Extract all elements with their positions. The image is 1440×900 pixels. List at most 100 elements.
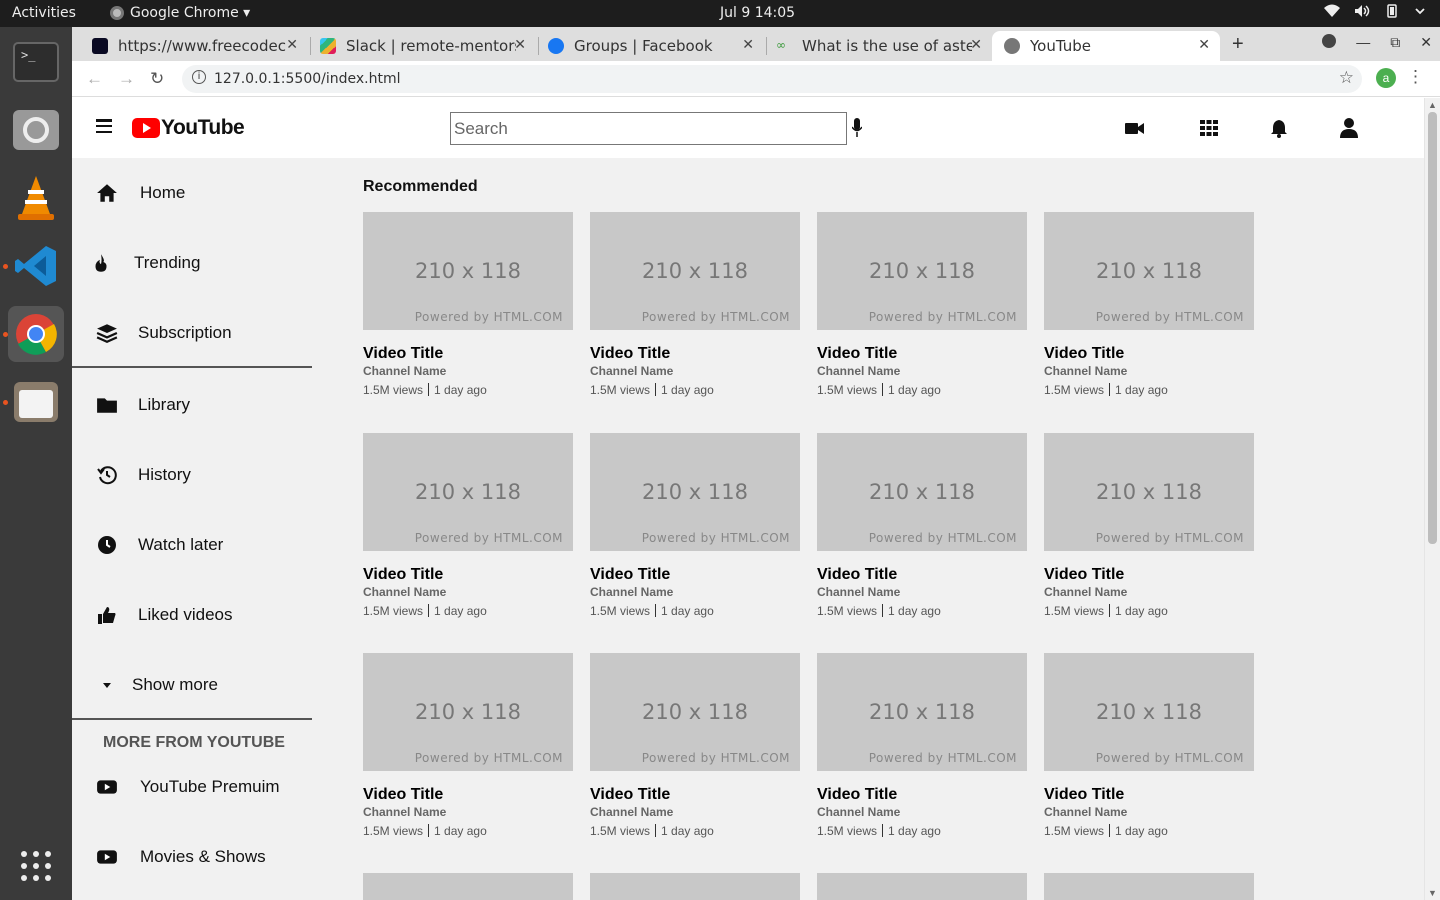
video-title[interactable]: Video Title bbox=[363, 566, 573, 584]
video-title[interactable]: Video Title bbox=[363, 786, 573, 804]
scrollbar[interactable]: ▲ ▼ bbox=[1424, 98, 1440, 900]
video-thumbnail[interactable] bbox=[363, 873, 573, 900]
video-card[interactable]: 210 x 118 Powered by HTML.COM Video Title C… bbox=[817, 212, 1027, 397]
video-card[interactable]: 210 x 118 Powered by HTML.COM Video Title C… bbox=[1044, 212, 1254, 397]
video-title[interactable]: Video Title bbox=[817, 345, 1027, 363]
reload-icon[interactable]: ↻ bbox=[150, 69, 164, 89]
video-title[interactable]: Video Title bbox=[1044, 345, 1254, 363]
minimize-icon[interactable]: — bbox=[1356, 34, 1370, 51]
info-icon[interactable]: i bbox=[192, 70, 206, 84]
youtube-logo[interactable]: YouTube bbox=[132, 116, 245, 140]
video-thumbnail[interactable]: 210 x 118 Powered by HTML.COM bbox=[817, 653, 1027, 771]
video-title[interactable]: Video Title bbox=[590, 345, 800, 363]
microphone-icon[interactable] bbox=[852, 118, 862, 138]
show-applications-icon[interactable] bbox=[20, 850, 52, 882]
video-thumbnail[interactable] bbox=[817, 873, 1027, 900]
close-tab-icon[interactable]: ✕ bbox=[286, 37, 298, 53]
sidebar-item-home[interactable]: Home bbox=[72, 158, 312, 228]
files-icon[interactable] bbox=[8, 374, 64, 430]
video-thumbnail[interactable]: 210 x 118 Powered by HTML.COM bbox=[817, 433, 1027, 551]
sidebar-item-library[interactable]: Library bbox=[72, 370, 312, 440]
video-thumbnail[interactable]: 210 x 118 Powered by HTML.COM bbox=[1044, 212, 1254, 330]
video-title[interactable]: Video Title bbox=[1044, 566, 1254, 584]
sidebar-item-youtube-premium[interactable]: YouTube Premuim bbox=[72, 752, 312, 822]
video-thumbnail[interactable] bbox=[1044, 873, 1254, 900]
chrome-dock-icon[interactable] bbox=[8, 306, 64, 362]
video-card[interactable]: 210 x 118 Powered by HTML.COM Video Title C… bbox=[817, 433, 1027, 618]
video-thumbnail[interactable]: 210 x 118 Powered by HTML.COM bbox=[590, 433, 800, 551]
video-card[interactable]: 210 x 118 Powered by HTML.COM Video Title C… bbox=[363, 653, 573, 838]
bell-icon[interactable] bbox=[1268, 118, 1290, 138]
sidebar-item-history[interactable]: History bbox=[72, 440, 312, 510]
sidebar-item-show-more[interactable]: Show more bbox=[72, 650, 312, 720]
activities-button[interactable]: Activities bbox=[12, 5, 76, 21]
close-tab-icon[interactable]: ✕ bbox=[742, 37, 754, 53]
channel-name[interactable]: Channel Name bbox=[1044, 585, 1254, 599]
new-tab-button[interactable]: + bbox=[1232, 33, 1244, 56]
video-card[interactable]: 210 x 118 Powered by HTML.COM Video Title C… bbox=[363, 212, 573, 397]
scroll-down-arrow-icon[interactable]: ▼ bbox=[1428, 888, 1437, 898]
video-card[interactable]: 210 x 118 Powered by HTML.COM Video Title C… bbox=[817, 653, 1027, 838]
bookmark-star-icon[interactable]: ☆ bbox=[1339, 68, 1354, 88]
scroll-up-arrow-icon[interactable]: ▲ bbox=[1428, 100, 1437, 110]
video-card[interactable]: 210 x 118 Powered by HTML.COM Video Title C… bbox=[590, 433, 800, 618]
sidebar-item-watch-later[interactable]: Watch later bbox=[72, 510, 312, 580]
close-tab-icon[interactable]: ✕ bbox=[1198, 37, 1210, 53]
channel-name[interactable]: Channel Name bbox=[817, 364, 1027, 378]
close-tab-icon[interactable]: ✕ bbox=[514, 37, 526, 53]
video-thumbnail[interactable]: 210 x 118 Powered by HTML.COM bbox=[1044, 433, 1254, 551]
video-camera-icon[interactable] bbox=[1124, 118, 1146, 138]
video-title[interactable]: Video Title bbox=[590, 786, 800, 804]
video-title[interactable]: Video Title bbox=[817, 566, 1027, 584]
address-bar[interactable]: i 127.0.0.1:5500/index.html bbox=[182, 65, 1362, 93]
video-card[interactable]: 210 x 118 Powered by HTML.COM Video Title C… bbox=[1044, 653, 1254, 838]
tab-freecodecamp[interactable]: https://www.freecodec ✕ bbox=[80, 31, 308, 61]
sidebar-item-movies-shows[interactable]: Movies & Shows bbox=[72, 822, 312, 892]
sidebar-item-subscription[interactable]: Subscription bbox=[72, 298, 312, 368]
user-account-icon[interactable] bbox=[1338, 118, 1360, 138]
apps-grid-icon[interactable] bbox=[1198, 118, 1220, 138]
video-thumbnail[interactable]: 210 x 118 Powered by HTML.COM bbox=[363, 653, 573, 771]
clock[interactable]: Jul 9 14:05 bbox=[720, 5, 795, 21]
video-thumbnail[interactable]: 210 x 118 Powered by HTML.COM bbox=[817, 212, 1027, 330]
tab-facebook[interactable]: Groups | Facebook ✕ bbox=[536, 31, 764, 61]
scrollbar-thumb[interactable] bbox=[1428, 112, 1437, 544]
terminal-icon[interactable]: >_ bbox=[8, 34, 64, 90]
profile-avatar[interactable]: a bbox=[1376, 68, 1396, 88]
video-thumbnail[interactable]: 210 x 118 Powered by HTML.COM bbox=[363, 433, 573, 551]
video-thumbnail[interactable] bbox=[590, 873, 800, 900]
close-tab-icon[interactable]: ✕ bbox=[970, 37, 982, 53]
channel-name[interactable]: Channel Name bbox=[1044, 364, 1254, 378]
tab-search-icon[interactable] bbox=[1322, 34, 1337, 48]
channel-name[interactable]: Channel Name bbox=[363, 585, 573, 599]
video-thumbnail[interactable]: 210 x 118 Powered by HTML.COM bbox=[363, 212, 573, 330]
channel-name[interactable]: Channel Name bbox=[363, 364, 573, 378]
channel-name[interactable]: Channel Name bbox=[817, 805, 1027, 819]
forward-arrow-icon[interactable]: → bbox=[118, 69, 135, 89]
video-title[interactable]: Video Title bbox=[590, 566, 800, 584]
video-card[interactable]: 210 x 118 Powered by HTML.COM Video Title C… bbox=[590, 653, 800, 838]
video-thumbnail[interactable]: 210 x 118 Powered by HTML.COM bbox=[590, 212, 800, 330]
video-card[interactable]: 210 x 118 Powered by HTML.COM Video Title C… bbox=[1044, 433, 1254, 618]
channel-name[interactable]: Channel Name bbox=[590, 805, 800, 819]
channel-name[interactable]: Channel Name bbox=[363, 805, 573, 819]
back-arrow-icon[interactable]: ← bbox=[86, 69, 103, 89]
channel-name[interactable]: Channel Name bbox=[590, 364, 800, 378]
channel-name[interactable]: Channel Name bbox=[817, 585, 1027, 599]
sidebar-item-trending[interactable]: Trending bbox=[72, 228, 312, 298]
search-input[interactable] bbox=[450, 112, 847, 145]
video-thumbnail[interactable]: 210 x 118 Powered by HTML.COM bbox=[1044, 653, 1254, 771]
video-title[interactable]: Video Title bbox=[1044, 786, 1254, 804]
tab-youtube[interactable]: YouTube ✕ bbox=[992, 31, 1220, 61]
close-window-icon[interactable]: ✕ bbox=[1420, 34, 1432, 51]
sidebar-item-liked-videos[interactable]: Liked videos bbox=[72, 580, 312, 650]
video-card[interactable]: 210 x 118 Powered by HTML.COM Video Title C… bbox=[590, 212, 800, 397]
restore-icon[interactable]: ⧉ bbox=[1390, 34, 1400, 51]
tab-slack[interactable]: Slack | remote-mentorsh ✕ bbox=[308, 31, 536, 61]
video-title[interactable]: Video Title bbox=[817, 786, 1027, 804]
channel-name[interactable]: Channel Name bbox=[590, 585, 800, 599]
kebab-menu-icon[interactable]: ⋮ bbox=[1407, 67, 1424, 87]
vscode-icon[interactable] bbox=[8, 238, 64, 294]
app-menu[interactable]: Google Chrome ▾ bbox=[110, 5, 250, 21]
video-title[interactable]: Video Title bbox=[363, 345, 573, 363]
